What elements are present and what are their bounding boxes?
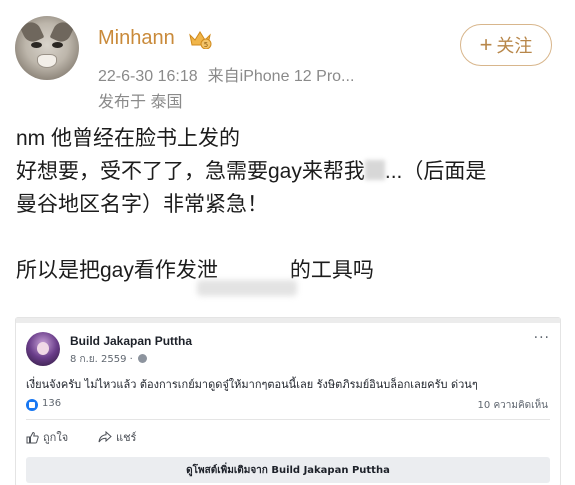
embed-date: 8 ก.ย. 2559 ·: [70, 352, 147, 367]
page-name[interactable]: Build Jakapan Puttha: [70, 334, 192, 348]
post-meta: 22-6-30 16:18 来自iPhone 12 Pro...: [98, 62, 354, 86]
globe-icon: [138, 354, 147, 363]
like-button[interactable]: ถูกใจ: [26, 428, 68, 446]
divider: [26, 419, 550, 420]
post-line-2-text: 好想要，受不了了，急需要gay来帮我: [16, 160, 365, 183]
post-line-2-tail: ...（后面是: [384, 160, 487, 183]
post-location: 发布于 泰国: [98, 94, 183, 111]
svg-text:5: 5: [204, 41, 208, 49]
cat-eye-right: [52, 42, 63, 48]
post-line-4-tail: 的工具吗: [289, 259, 374, 282]
post-timestamp: 22-6-30 16:18: [98, 68, 198, 85]
post-line-4-text: 所以是把gay看作: [16, 259, 176, 282]
avatar-face: [37, 342, 49, 355]
crown-badge-icon: 5: [189, 31, 212, 49]
post-line-3: 曼谷地区名字）非常紧急！: [16, 193, 268, 216]
share-label: แชร์: [116, 431, 137, 444]
cat-mouth: [37, 54, 57, 68]
comment-count[interactable]: 10 ความคิดเห็น: [478, 398, 548, 413]
follow-button[interactable]: + 关注: [460, 24, 552, 66]
like-label: ถูกใจ: [43, 431, 69, 444]
embed-post-text: เงี่ยนจังครับ ไม่ไหวแล้ว ต้องการเกย์มาดู…: [26, 378, 478, 391]
post-line-4-partial: 发泄: [175, 259, 218, 282]
embed-date-text: 8 ก.ย. 2559 ·: [70, 354, 133, 365]
censor-blur: [364, 160, 385, 180]
share-button[interactable]: แชร์: [98, 428, 136, 446]
cat-ear-left: [19, 19, 45, 45]
thumbs-up-icon: [26, 431, 39, 443]
more-options-icon[interactable]: ···: [534, 330, 550, 346]
facebook-embed-card: Build Jakapan Puttha 8 ก.ย. 2559 · ··· เ…: [16, 318, 560, 485]
post-source: 来自iPhone 12 Pro...: [207, 68, 355, 85]
share-arrow-icon: [98, 431, 112, 443]
embed-top-bar: [16, 318, 560, 323]
cat-eye-left: [31, 42, 42, 48]
follow-label: 关注: [496, 36, 533, 56]
post-body: nm 他曾经在脸书上发的 好想要，受不了了，急需要gay来帮我 ...（后面是 曼…: [16, 122, 561, 287]
page-avatar[interactable]: [26, 332, 60, 366]
censor-blur-2: [197, 280, 297, 296]
post-line-2: 好想要，受不了了，急需要gay来帮我 ...（后面是: [16, 155, 561, 188]
cat-ear-right: [49, 19, 75, 45]
user-avatar[interactable]: [15, 16, 79, 80]
plus-icon: +: [479, 32, 493, 57]
like-reaction-icon: [26, 399, 38, 411]
like-count[interactable]: 136: [42, 398, 61, 409]
username[interactable]: Minhann: [98, 27, 175, 50]
see-more-posts-button[interactable]: ดูโพสต์เพิ่มเติมจาก Build Jakapan Puttha: [26, 457, 550, 483]
post-line-1: nm 他曾经在脸书上发的: [16, 127, 241, 150]
